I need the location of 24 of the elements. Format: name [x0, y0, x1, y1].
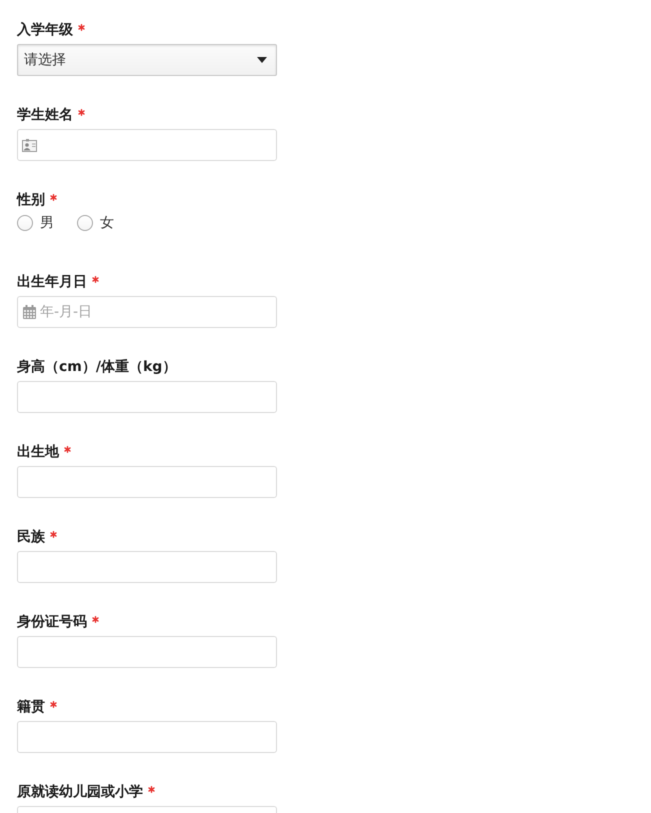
field-label: 出生地 [17, 444, 59, 461]
radio-button[interactable] [17, 215, 33, 231]
text-field[interactable] [17, 466, 277, 498]
text-field[interactable] [17, 551, 277, 583]
field-label: 入学年级 [17, 22, 73, 39]
field-label: 身高（cm）/体重（kg） [17, 359, 176, 376]
radio-label[interactable]: 女 [100, 214, 114, 232]
text-field[interactable] [17, 721, 277, 753]
field-label: 学生姓名 [17, 107, 73, 124]
field-label: 出生年月日 [17, 274, 87, 291]
text-field[interactable] [17, 636, 277, 668]
contact-card-icon [22, 138, 37, 152]
field-label: 性别 [17, 192, 45, 209]
dropdown-select[interactable]: 请选择 [17, 44, 277, 76]
field-label: 民族 [17, 529, 45, 546]
caret-icon [257, 57, 267, 63]
field-label: 籍贯 [17, 699, 45, 716]
text-field[interactable] [17, 129, 277, 161]
radio-button[interactable] [77, 215, 93, 231]
field-label: 身份证号码 [17, 614, 87, 631]
field-label: 原就读幼儿园或小学 [17, 784, 143, 801]
radio-label[interactable]: 男 [40, 214, 54, 232]
text-field[interactable] [17, 381, 277, 413]
calendar-icon [23, 305, 36, 319]
